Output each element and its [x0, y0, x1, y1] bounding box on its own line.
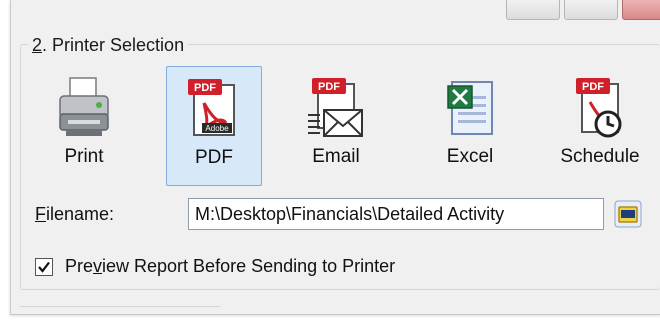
filename-label-text: ilename: — [46, 204, 115, 224]
group-title-text: . Printer Selection — [42, 35, 185, 55]
filename-input[interactable] — [188, 198, 604, 230]
print-label: Print — [64, 146, 104, 167]
email-label: Email — [312, 146, 360, 167]
filename-label: Filename: — [35, 204, 114, 225]
svg-text:Adobe: Adobe — [205, 124, 229, 133]
minimize-button[interactable] — [506, 0, 560, 20]
maximize-button[interactable] — [564, 0, 618, 20]
printer-icon — [59, 77, 109, 136]
svg-text:PDF: PDF — [318, 81, 340, 93]
email-button[interactable]: PDF Email — [288, 66, 384, 186]
schedule-icon: PDF — [576, 78, 622, 138]
pdf-label: PDF — [195, 147, 233, 168]
checkmark-icon — [38, 261, 50, 273]
close-button[interactable] — [622, 0, 660, 20]
pdf-icon: Adobe PDF — [188, 79, 235, 136]
excel-icon — [447, 81, 493, 135]
browse-button[interactable] — [614, 200, 642, 228]
excel-button[interactable]: Excel — [422, 66, 518, 186]
group-title: 2. Printer Selection — [28, 35, 189, 56]
excel-label: Excel — [446, 146, 494, 167]
divider — [20, 306, 220, 307]
schedule-label: Schedule — [560, 146, 640, 167]
svg-text:PDF: PDF — [582, 81, 604, 93]
preview-label-after: iew Report Before Sending to Printer — [102, 256, 396, 276]
print-button[interactable]: Print — [36, 66, 132, 186]
preview-label-accel: v — [93, 256, 103, 276]
schedule-button[interactable]: PDF Schedule — [552, 66, 648, 186]
pdf-button[interactable]: Adobe PDF PDF — [166, 66, 262, 186]
folder-browse-icon — [614, 200, 642, 228]
group-title-number: 2 — [32, 35, 43, 55]
preview-label-before: Pre — [65, 256, 94, 276]
svg-text:PDF: PDF — [194, 82, 216, 94]
filename-label-accel: F — [35, 204, 46, 224]
preview-checkbox[interactable] — [35, 258, 53, 276]
preview-label: Preview Report Before Sending to Printer — [65, 256, 395, 277]
email-icon: PDF — [308, 78, 363, 137]
